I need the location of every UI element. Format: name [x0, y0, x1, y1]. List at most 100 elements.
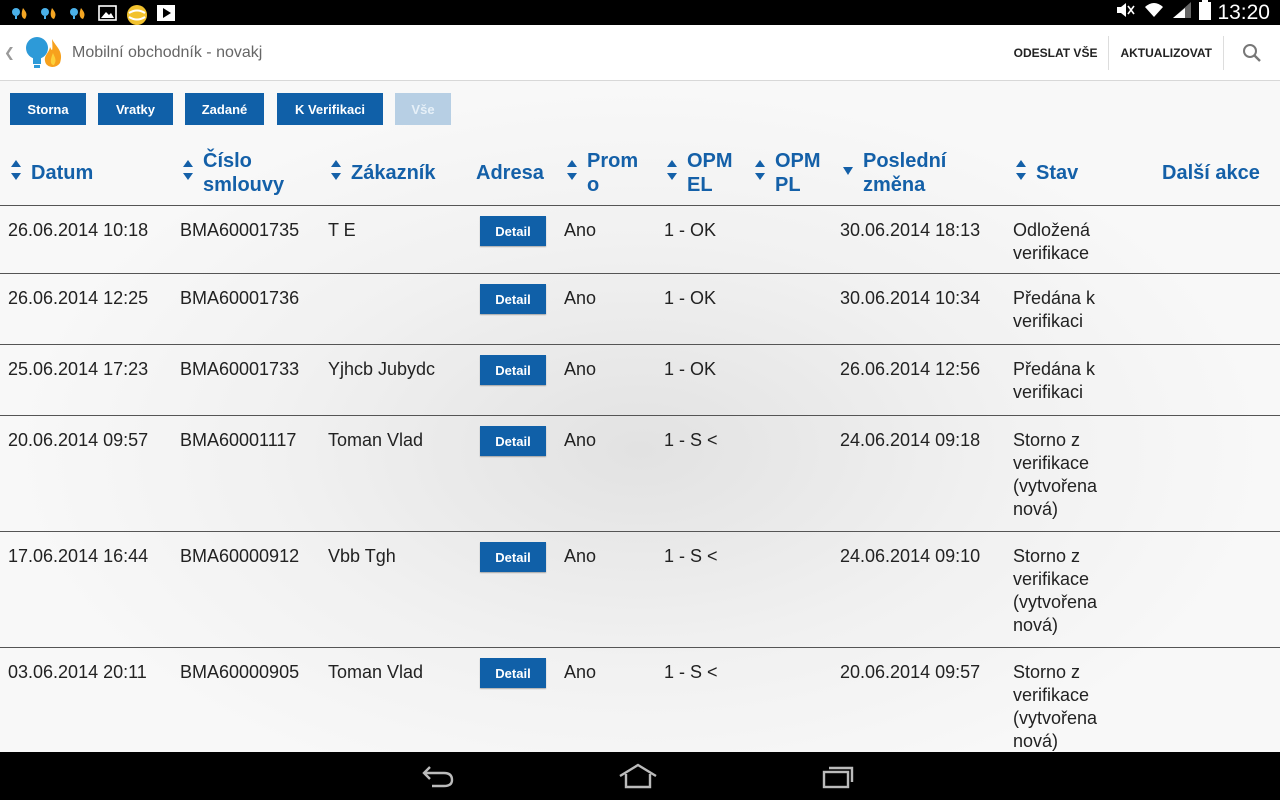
cell-zakaznik: T E	[328, 220, 356, 240]
cell-zakaznik: Toman Vlad	[328, 430, 424, 450]
cell-promo: Ano	[564, 288, 597, 308]
action-bar: ❮ Mobilní obchodník - novakj ODESLAT VŠE…	[0, 25, 1280, 81]
detail-button[interactable]: Detail	[480, 216, 546, 246]
column-header-posledni-zmena[interactable]: Poslední změna	[842, 140, 946, 206]
cell-promo: Ano	[564, 220, 597, 240]
cell-cislo-smlouvy: BMA60001735	[180, 220, 300, 240]
ball-icon	[126, 4, 148, 25]
app-notification-icon	[10, 4, 32, 22]
sort-icon	[754, 159, 766, 187]
cell-promo: Ano	[564, 546, 597, 566]
cell-posledni-zmena: 26.06.2014 12:56	[840, 359, 981, 379]
sort-icon	[566, 159, 578, 187]
column-header-adresa: Adresa	[476, 162, 544, 184]
signal-icon	[1171, 1, 1193, 24]
cell-posledni-zmena: 24.06.2014 09:10	[840, 546, 981, 566]
gallery-icon	[97, 4, 119, 22]
cell-posledni-zmena: 24.06.2014 09:18	[840, 430, 981, 450]
table-row[interactable]: 25.06.2014 17:23 BMA60001733 Yjhcb Jubyd…	[0, 346, 1280, 416]
cell-stav: Storno z verifikace (vytvořena nová)	[1013, 662, 1098, 751]
table-header: Datum Číslo smlouvy Zákazník Adresa Prom o…	[0, 140, 1280, 206]
cell-datum: 17.06.2014 16:44	[8, 546, 149, 566]
status-bar: 13:20	[0, 0, 1280, 25]
cell-datum: 26.06.2014 10:18	[8, 220, 149, 240]
back-icon[interactable]	[414, 760, 462, 792]
filter-zadane-button[interactable]: Zadané	[185, 93, 264, 125]
sort-icon	[10, 159, 22, 187]
cell-cislo-smlouvy: BMA60001733	[180, 359, 300, 379]
send-all-button[interactable]: ODESLAT VŠE	[1003, 36, 1109, 70]
table-row[interactable]: 20.06.2014 09:57 BMA60001117 Toman Vlad …	[0, 417, 1280, 532]
cell-stav: Storno z verifikace (vytvořena nová)	[1013, 546, 1098, 635]
app-notification-icon	[68, 4, 90, 22]
column-header-datum[interactable]: Datum	[10, 140, 93, 206]
sort-icon	[330, 159, 342, 187]
cell-datum: 03.06.2014 20:11	[8, 662, 147, 682]
cell-stav: Předána k verifikaci	[1013, 359, 1096, 402]
cell-posledni-zmena: 20.06.2014 09:57	[840, 662, 981, 682]
recent-apps-icon[interactable]	[814, 760, 862, 792]
detail-button[interactable]: Detail	[480, 542, 546, 572]
column-header-dalsi-akce: Další akce	[1162, 162, 1260, 184]
play-store-icon	[155, 4, 177, 22]
sort-icon	[1015, 159, 1027, 187]
cell-cislo-smlouvy: BMA60001117	[180, 430, 297, 450]
cell-zakaznik: Vbb Tgh	[328, 546, 396, 566]
cell-opm-el: 1 - S <	[664, 430, 718, 450]
filter-vse-button[interactable]: Vše	[395, 93, 451, 125]
table-row[interactable]: 03.06.2014 20:11 BMA60000905 Toman Vlad …	[0, 649, 1280, 764]
wifi-icon	[1143, 1, 1165, 24]
table-row[interactable]: 26.06.2014 12:25 BMA60001736 Detail Ano …	[0, 275, 1280, 345]
cell-datum: 26.06.2014 12:25	[8, 288, 149, 308]
search-icon[interactable]	[1224, 25, 1280, 81]
cell-cislo-smlouvy: BMA60000905	[180, 662, 300, 682]
cell-datum: 20.06.2014 09:57	[8, 430, 149, 450]
cell-posledni-zmena: 30.06.2014 10:34	[840, 288, 981, 308]
cell-promo: Ano	[564, 430, 597, 450]
column-header-opm-pl[interactable]: OPM PL	[754, 140, 821, 206]
mute-icon	[1115, 1, 1137, 24]
cell-cislo-smlouvy: BMA60000912	[180, 546, 300, 566]
filter-k-verifikaci-button[interactable]: K Verifikaci	[277, 93, 383, 125]
column-header-stav[interactable]: Stav	[1015, 140, 1078, 206]
cell-promo: Ano	[564, 662, 597, 682]
cell-stav: Storno z verifikace (vytvořena nová)	[1013, 430, 1098, 519]
battery-icon	[1199, 0, 1212, 25]
up-navigation-icon[interactable]: ❮	[4, 45, 18, 61]
filter-vratky-button[interactable]: Vratky	[98, 93, 173, 125]
cell-opm-el: 1 - S <	[664, 546, 718, 566]
detail-button[interactable]: Detail	[480, 284, 546, 314]
sort-icon	[182, 159, 194, 187]
filter-storna-button[interactable]: Storna	[10, 93, 86, 125]
cell-zakaznik: Toman Vlad	[328, 662, 424, 682]
detail-button[interactable]: Detail	[480, 426, 546, 456]
table-row[interactable]: 26.06.2014 10:18 BMA60001735 T E Detail …	[0, 207, 1280, 274]
cell-promo: Ano	[564, 359, 597, 379]
home-icon[interactable]	[614, 760, 662, 792]
cell-zakaznik: Yjhcb Jubydc	[328, 359, 436, 379]
column-header-opm-el[interactable]: OPM EL	[666, 140, 733, 206]
sort-icon	[666, 159, 678, 187]
cell-posledni-zmena: 30.06.2014 18:13	[840, 220, 981, 240]
cell-opm-el: 1 - OK	[664, 359, 717, 379]
detail-button[interactable]: Detail	[480, 355, 546, 385]
navigation-bar	[0, 752, 1280, 800]
cell-stav: Předána k verifikaci	[1013, 288, 1096, 331]
app-title: Mobilní obchodník - novakj	[72, 43, 263, 61]
cell-cislo-smlouvy: BMA60001736	[180, 288, 300, 308]
table-row[interactable]: 17.06.2014 16:44 BMA60000912 Vbb Tgh Det…	[0, 533, 1280, 648]
app-logo-icon[interactable]	[22, 33, 66, 73]
column-header-cislo-smlouvy[interactable]: Číslo smlouvy	[182, 140, 284, 206]
app-notification-icon	[39, 4, 61, 22]
clock: 13:20	[1217, 0, 1270, 24]
cell-datum: 25.06.2014 17:23	[8, 359, 149, 379]
cell-stav: Odložená verifikace	[1013, 220, 1091, 263]
cell-opm-el: 1 - S <	[664, 662, 718, 682]
update-button[interactable]: AKTUALIZOVAT	[1109, 36, 1223, 70]
column-header-promo[interactable]: Prom o	[566, 140, 638, 206]
cell-opm-el: 1 - OK	[664, 288, 717, 308]
sort-descending-icon	[842, 159, 854, 187]
cell-opm-el: 1 - OK	[664, 220, 717, 240]
column-header-zakaznik[interactable]: Zákazník	[330, 140, 435, 206]
detail-button[interactable]: Detail	[480, 658, 546, 688]
